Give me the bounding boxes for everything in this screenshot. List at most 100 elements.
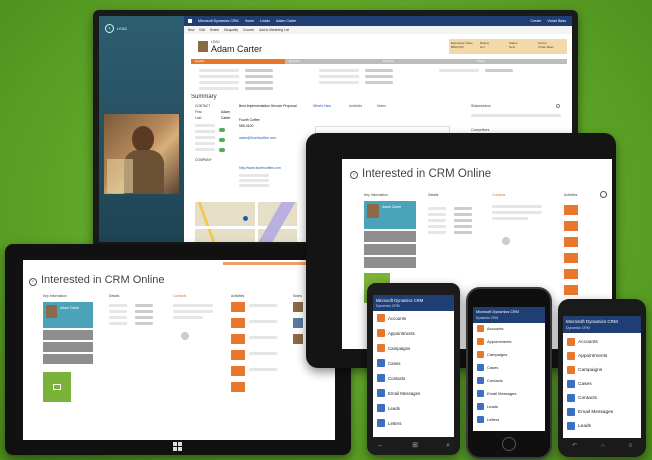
menu-item-campaigns[interactable]: Campaigns	[373, 344, 454, 352]
cmd-delete[interactable]: Delete	[210, 28, 219, 32]
nav-create[interactable]: Create	[530, 19, 541, 23]
menu-item-accounts[interactable]: Accounts	[563, 338, 641, 346]
stage-develop[interactable]: Develop	[285, 59, 379, 64]
add-contact-icon[interactable]	[181, 332, 189, 340]
stage-qualify[interactable]: Qualify	[191, 59, 285, 64]
menu-item-leads[interactable]: Leads	[563, 422, 641, 430]
phone-1-screen: Microsoft Dynamics CRM Dynamics CRM Acco…	[373, 295, 454, 437]
nav-user[interactable]: Vivian Bass	[547, 19, 566, 23]
info-tile[interactable]	[43, 330, 93, 340]
menu-item-contacts[interactable]: Contacts	[563, 394, 641, 402]
back-arrow-icon[interactable]: ‹	[29, 278, 37, 286]
menu-item-email[interactable]: Email Messages	[473, 390, 545, 397]
info-tile[interactable]	[43, 342, 93, 352]
contact-card-tile[interactable]: Adam Carter	[43, 302, 93, 328]
field-phone[interactable]: 555-0100	[239, 124, 253, 128]
status-dot-icon	[219, 148, 225, 152]
field-last-name[interactable]: Carter	[221, 116, 230, 120]
info-tile[interactable]	[364, 231, 416, 242]
menu-item-cases[interactable]: Cases	[373, 359, 454, 367]
activity-tile[interactable]	[231, 318, 245, 328]
menu-item-appointments[interactable]: Appointments	[473, 338, 545, 345]
info-tile[interactable]	[364, 244, 416, 255]
activity-tile[interactable]	[564, 285, 578, 295]
campaigns-icon	[477, 351, 484, 358]
phone-app-title: Microsoft Dynamics CRM	[376, 298, 424, 303]
field-company[interactable]: Fourth Coffee	[239, 118, 260, 122]
menu-item-appointments[interactable]: Appointments	[563, 352, 641, 360]
contact-card-tile[interactable]: Adam Carter	[364, 201, 416, 229]
cmd-new[interactable]: New	[188, 28, 194, 32]
activity-tile[interactable]	[564, 221, 578, 231]
menu-item-email[interactable]: Email Messages	[373, 389, 454, 397]
menu-item-contacts[interactable]: Contacts	[473, 377, 545, 384]
menu-item-accounts[interactable]: Accounts	[373, 314, 454, 322]
menu-item-appointments[interactable]: Appointments	[373, 329, 454, 337]
search-button-icon[interactable]: ⌕	[446, 441, 450, 451]
process-fields	[199, 67, 559, 93]
home-button-icon[interactable]: ⌂	[601, 441, 605, 451]
phone-3-buttons: ↶ ⌂ ≡	[572, 441, 632, 451]
info-tile[interactable]	[43, 354, 93, 364]
menu-item-campaigns[interactable]: Campaigns	[563, 366, 641, 374]
menu-item-email[interactable]: Email Messages	[563, 408, 641, 416]
cmd-marketing-list[interactable]: Add to Marketing List	[259, 28, 289, 32]
stakeholders-label: Stakeholders	[471, 104, 491, 108]
add-activity-icon[interactable]	[600, 191, 607, 198]
tab-whats-new[interactable]: What's New	[313, 104, 331, 108]
activity-tile[interactable]	[564, 269, 578, 279]
note-avatar	[293, 318, 303, 328]
add-icon[interactable]	[556, 104, 560, 108]
activity-tile[interactable]	[564, 237, 578, 247]
back-arrow-icon[interactable]: ‹	[105, 24, 114, 33]
back-button-icon[interactable]: ←	[377, 441, 384, 451]
note-avatar	[293, 334, 303, 344]
field-email[interactable]: adam@fourthcoffee.com	[239, 136, 276, 140]
menu-item-leads[interactable]: Leads	[373, 404, 454, 412]
activity-tile[interactable]	[231, 382, 245, 392]
field-topic[interactable]: Best Implementation Service Proposal	[239, 104, 299, 108]
cases-icon	[477, 364, 484, 371]
field-website[interactable]: http://www.fourthcoffee.com	[239, 166, 281, 170]
menu-button-icon[interactable]: ≡	[628, 441, 632, 451]
menu-item-contacts[interactable]: Contacts	[373, 374, 454, 382]
section-notes: Notes	[293, 294, 302, 298]
menu-item-letters[interactable]: Letters	[373, 419, 454, 427]
activity-tile[interactable]	[231, 366, 245, 376]
menu-item-leads[interactable]: Leads	[473, 403, 545, 410]
menu-item-campaigns[interactable]: Campaigns	[473, 351, 545, 358]
stage-close[interactable]: Close	[473, 59, 567, 64]
nav-leads[interactable]: Leads	[260, 19, 270, 23]
cmd-convert[interactable]: Convert	[243, 28, 254, 32]
windows-button-icon[interactable]: ⊞	[412, 441, 418, 451]
activity-tile[interactable]	[231, 334, 245, 344]
windows-logo-icon[interactable]	[173, 442, 182, 451]
cmd-edit[interactable]: Edit	[199, 28, 205, 32]
activity-tile[interactable]	[231, 302, 245, 312]
tab-activities[interactable]: Activities	[349, 104, 362, 108]
add-contact-icon[interactable]	[502, 237, 510, 245]
activity-tile[interactable]	[231, 350, 245, 360]
menu-item-cases[interactable]: Cases	[563, 380, 641, 388]
image-tile[interactable]	[43, 372, 71, 402]
cmd-disqualify[interactable]: Disqualify	[224, 28, 238, 32]
info-tile[interactable]	[364, 257, 416, 268]
tab-notes[interactable]: Notes	[377, 104, 386, 108]
field-first-name[interactable]: Adam	[221, 110, 230, 114]
phone-2-frame: Microsoft Dynamics CRM Dynamics CRM Acco…	[466, 287, 552, 459]
phone-menu-label: Dynamics CRM	[566, 326, 590, 330]
activity-tile[interactable]	[564, 205, 578, 215]
home-button-icon[interactable]	[502, 437, 516, 451]
menu-item-cases[interactable]: Cases	[473, 364, 545, 371]
nav-lead-name[interactable]: Adam Carter	[276, 19, 296, 23]
letters-icon	[477, 416, 484, 423]
back-button-icon[interactable]: ↶	[572, 441, 577, 451]
contacts-column	[173, 302, 223, 362]
phone-3-frame: Microsoft Dynamics CRM Dynamics CRM Acco…	[558, 299, 646, 457]
menu-item-accounts[interactable]: Accounts	[473, 325, 545, 332]
back-arrow-icon[interactable]: ‹	[350, 171, 358, 179]
stage-propose[interactable]: Propose	[379, 59, 473, 64]
nav-home[interactable]: Home	[245, 19, 255, 23]
activity-tile[interactable]	[564, 253, 578, 263]
menu-item-letters[interactable]: Letters	[473, 416, 545, 423]
